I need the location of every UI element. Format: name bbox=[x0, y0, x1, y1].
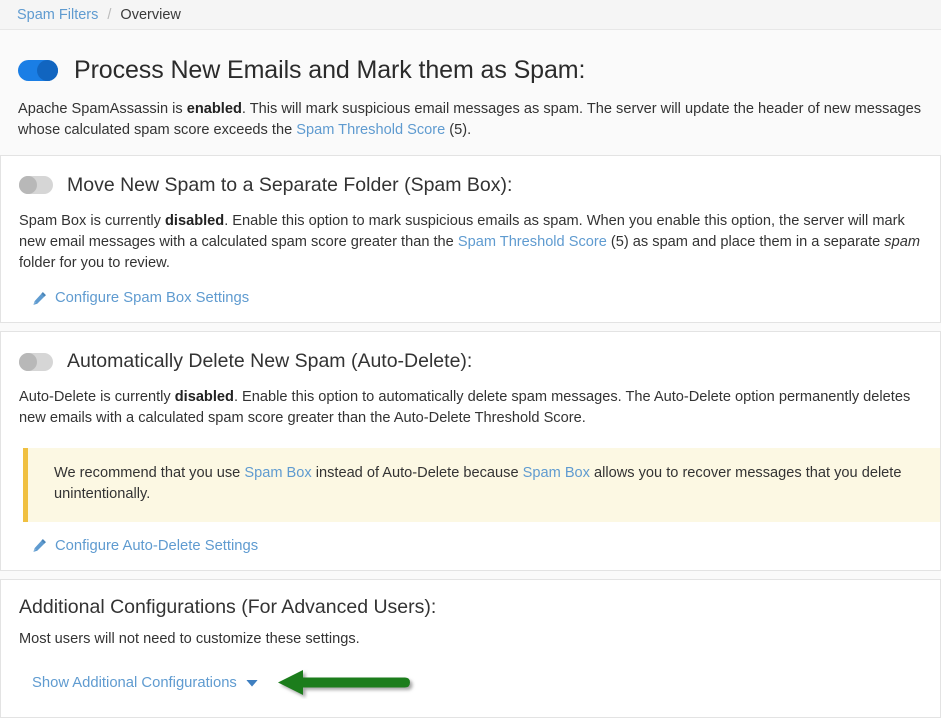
configure-auto-delete-link[interactable]: Configure Auto-Delete Settings bbox=[19, 538, 258, 554]
process-new-emails-title: Process New Emails and Mark them as Spam… bbox=[74, 56, 586, 84]
configure-auto-delete-label: Configure Auto-Delete Settings bbox=[55, 537, 259, 554]
additional-configurations-card: Additional Configurations (For Advanced … bbox=[0, 578, 941, 718]
toggle-knob bbox=[37, 60, 58, 81]
breadcrumb-current-overview: Overview bbox=[120, 6, 181, 23]
green-annotation-arrow bbox=[276, 667, 416, 699]
toggle-knob bbox=[19, 352, 37, 371]
callout-spam-box-link-2[interactable]: Spam Box bbox=[523, 465, 590, 481]
callout-text-1: We recommend that you use bbox=[54, 464, 245, 481]
show-additional-configurations-row: Show Additional Configurations bbox=[19, 667, 922, 699]
process-new-emails-toggle[interactable] bbox=[18, 60, 58, 81]
process-new-emails-description: Apache SpamAssassin is enabled. This wil… bbox=[18, 99, 923, 141]
chevron-down-icon bbox=[245, 676, 259, 690]
callout-text-2: instead of Auto-Delete because bbox=[311, 464, 523, 481]
additional-configurations-title: Additional Configurations (For Advanced … bbox=[19, 595, 437, 618]
desc-status: disabled bbox=[174, 389, 234, 406]
configure-spam-box-link[interactable]: Configure Spam Box Settings bbox=[19, 290, 249, 306]
desc-text-3: (5). bbox=[445, 121, 472, 138]
desc-italic-spam: spam bbox=[884, 233, 920, 250]
show-additional-configurations-label: Show Additional Configurations bbox=[32, 674, 237, 691]
desc-status: enabled bbox=[186, 101, 242, 117]
desc-text-3: (5) as spam and place them in a separate bbox=[606, 233, 885, 250]
spam-box-header: Move New Spam to a Separate Folder (Spam… bbox=[19, 174, 922, 197]
spam-box-title: Move New Spam to a Separate Folder (Spam… bbox=[67, 173, 513, 196]
process-new-emails-header: Process New Emails and Mark them as Spam… bbox=[18, 56, 923, 85]
desc-status: disabled bbox=[165, 212, 225, 229]
desc-text-1: Auto-Delete is currently bbox=[19, 389, 175, 406]
show-additional-configurations-link[interactable]: Show Additional Configurations bbox=[32, 675, 259, 691]
auto-delete-header: Automatically Delete New Spam (Auto-Dele… bbox=[19, 350, 922, 373]
desc-text-4: folder for you to review. bbox=[19, 255, 170, 272]
breadcrumb-link-spam-filters[interactable]: Spam Filters bbox=[17, 7, 98, 23]
additional-configurations-description: Most users will not need to customize th… bbox=[19, 630, 360, 647]
pencil-icon bbox=[32, 538, 47, 553]
spam-box-card: Move New Spam to a Separate Folder (Spam… bbox=[0, 154, 941, 324]
configure-spam-box-label: Configure Spam Box Settings bbox=[55, 290, 250, 307]
spam-threshold-score-link[interactable]: Spam Threshold Score bbox=[296, 122, 445, 138]
process-new-emails-section: Process New Emails and Mark them as Spam… bbox=[0, 30, 941, 155]
desc-text-1: Spam Box is currently bbox=[19, 212, 165, 229]
spam-box-description: Spam Box is currently disabled. Enable t… bbox=[19, 211, 922, 274]
spam-threshold-score-link[interactable]: Spam Threshold Score bbox=[458, 234, 607, 250]
auto-delete-title: Automatically Delete New Spam (Auto-Dele… bbox=[67, 350, 473, 373]
desc-text-1: Apache SpamAssassin is bbox=[18, 101, 187, 117]
auto-delete-recommendation-callout: We recommend that you use Spam Box inste… bbox=[23, 447, 940, 522]
auto-delete-description: Auto-Delete is currently disabled. Enabl… bbox=[19, 387, 922, 429]
auto-delete-card: Automatically Delete New Spam (Auto-Dele… bbox=[0, 331, 941, 571]
spam-box-toggle[interactable] bbox=[19, 176, 53, 195]
page-content: Process New Emails and Mark them as Spam… bbox=[0, 30, 941, 718]
breadcrumb-separator: / bbox=[107, 6, 112, 23]
pencil-icon bbox=[32, 291, 47, 306]
callout-spam-box-link-1[interactable]: Spam Box bbox=[244, 465, 311, 481]
breadcrumb: Spam Filters / Overview bbox=[0, 0, 941, 30]
auto-delete-toggle[interactable] bbox=[19, 352, 53, 371]
